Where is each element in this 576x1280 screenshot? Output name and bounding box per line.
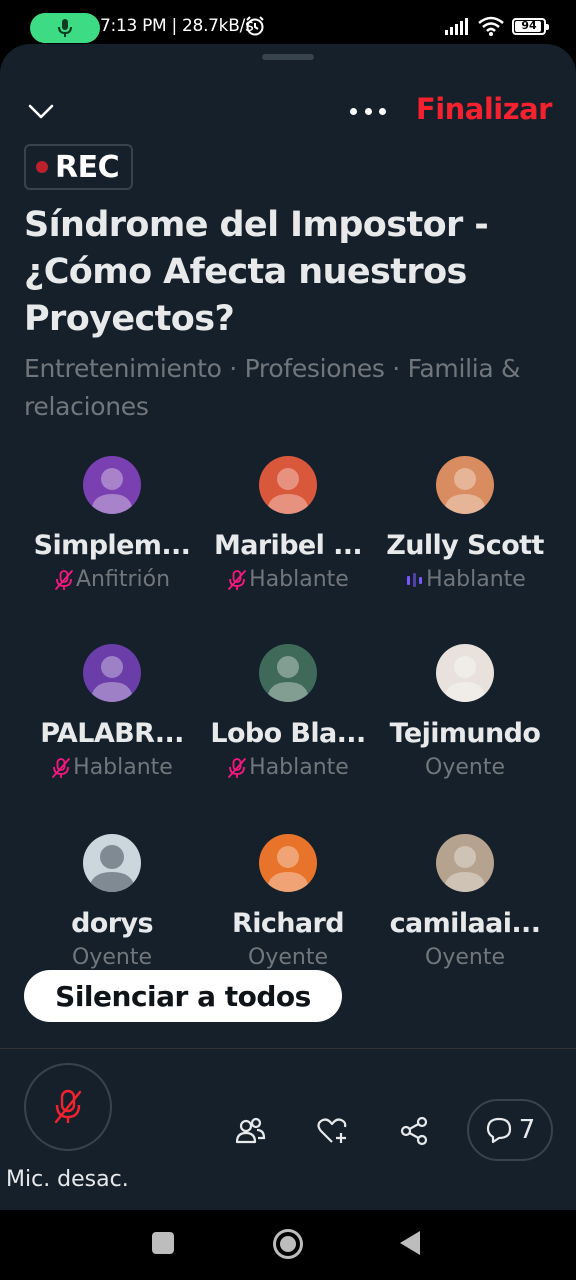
- microphone-off-icon: [54, 1089, 82, 1124]
- share-icon[interactable]: [398, 1115, 430, 1147]
- participant-role: Hablante: [377, 567, 553, 592]
- participant-role-label: Oyente: [425, 945, 505, 970]
- comments-count: 7: [518, 1115, 536, 1145]
- battery-percentage: 94: [521, 18, 537, 32]
- status-time-speed: 7:13 PM | 28.7kB/s: [100, 16, 254, 36]
- participant-card[interactable]: Maribel ... Hablante: [200, 456, 376, 592]
- participant-card[interactable]: dorys Oyente: [24, 834, 200, 970]
- participant-name: dorys: [71, 908, 153, 939]
- participant-name: Zully Scott: [386, 530, 544, 561]
- mic-in-use-indicator[interactable]: [30, 13, 100, 43]
- default-avatar-icon: [89, 845, 135, 892]
- avatar[interactable]: [259, 456, 317, 514]
- avatar[interactable]: [436, 834, 494, 892]
- participant-name: Simplem...: [33, 530, 191, 561]
- more-options-button[interactable]: [350, 108, 386, 116]
- battery-icon: 94: [512, 17, 549, 35]
- wifi-icon: [478, 16, 504, 36]
- system-navigation-bar: [0, 1210, 576, 1280]
- people-icon[interactable]: [234, 1115, 266, 1147]
- participant-role: Oyente: [377, 755, 553, 780]
- participant-name: Lobo Bla...: [210, 718, 366, 749]
- mute-all-button[interactable]: Silenciar a todos: [24, 970, 342, 1022]
- avatar-silhouette-icon: [91, 656, 133, 702]
- microphone-status-label: Mic. desac.: [6, 1167, 129, 1192]
- space-topics[interactable]: Entretenimiento · Profesiones · Familia …: [24, 350, 554, 426]
- chevron-down-icon: [28, 104, 54, 119]
- participant-role-label: Anfitrión: [75, 567, 171, 592]
- participant-card[interactable]: Lobo Bla... Hablante: [200, 644, 376, 780]
- avatar-silhouette-icon: [444, 656, 486, 702]
- participant-name: Tejimundo: [389, 718, 541, 749]
- participant-role-label: Hablante: [73, 755, 173, 780]
- recording-dot-icon: [36, 161, 48, 173]
- avatar-silhouette-icon: [91, 468, 133, 514]
- avatar[interactable]: [436, 456, 494, 514]
- participant-card[interactable]: Richard Oyente: [200, 834, 376, 970]
- alarm-icon: [246, 16, 264, 36]
- participant-role-label: Oyente: [425, 755, 505, 780]
- microphone-icon: [58, 19, 72, 37]
- mic-muted-icon: [52, 757, 71, 778]
- collapse-button[interactable]: [26, 96, 56, 126]
- status-icons: 94: [444, 16, 549, 36]
- drag-handle[interactable]: [262, 54, 314, 60]
- participant-card[interactable]: Zully Scott Hablante: [377, 456, 553, 592]
- space-controls: Mic. desac. 7: [0, 1048, 576, 1210]
- status-bar: 7:13 PM | 28.7kB/s 94: [0, 0, 576, 46]
- end-space-button[interactable]: Finalizar: [416, 92, 553, 126]
- mic-muted-icon: [228, 757, 247, 778]
- comment-icon: [486, 1117, 511, 1144]
- signal-icon: [445, 18, 468, 35]
- avatar-silhouette-icon: [444, 846, 486, 892]
- participant-role-label: Hablante: [249, 567, 349, 592]
- participant-role-label: Oyente: [72, 945, 152, 970]
- avatar-silhouette-icon: [444, 468, 486, 514]
- comments-button[interactable]: 7: [467, 1099, 553, 1161]
- participant-role: Oyente: [377, 945, 553, 970]
- participant-role: Anfitrión: [24, 567, 200, 592]
- participant-card[interactable]: Tejimundo Oyente: [377, 644, 553, 780]
- more-dot-icon: [350, 108, 357, 115]
- avatar-silhouette-icon: [267, 656, 309, 702]
- avatar[interactable]: [83, 834, 141, 892]
- avatar-silhouette-icon: [267, 468, 309, 514]
- participant-role: Oyente: [200, 945, 376, 970]
- speaking-wave-icon: [407, 572, 423, 587]
- participant-role: Hablante: [24, 755, 200, 780]
- participant-role-label: Oyente: [248, 945, 328, 970]
- space-header: Finalizar: [0, 88, 576, 132]
- participant-name: Maribel ...: [213, 530, 363, 561]
- space-sheet: Finalizar REC Síndrome del Impostor - ¿C…: [0, 44, 576, 1210]
- more-dot-icon: [364, 108, 372, 115]
- mic-muted-icon: [228, 569, 247, 590]
- back-button[interactable]: [400, 1231, 420, 1255]
- recording-badge: REC: [24, 144, 134, 190]
- participant-card[interactable]: camilaai... Oyente: [377, 834, 553, 970]
- heart-plus-icon[interactable]: [316, 1115, 348, 1147]
- participant-name: Richard: [232, 908, 345, 939]
- avatar[interactable]: [259, 834, 317, 892]
- participant-name: PALABR...: [40, 718, 184, 749]
- space-title: Síndrome del Impostor - ¿Cómo Afecta nue…: [24, 205, 489, 339]
- recording-label: REC: [55, 149, 120, 185]
- microphone-toggle-button[interactable]: [24, 1063, 112, 1151]
- recents-button[interactable]: [152, 1232, 174, 1254]
- participant-card[interactable]: Simplem... Anfitrión: [24, 456, 200, 592]
- more-dot-icon: [379, 108, 386, 115]
- avatar[interactable]: [259, 644, 317, 702]
- avatar[interactable]: [83, 644, 141, 702]
- avatar-silhouette-icon: [267, 846, 309, 892]
- participant-role: Hablante: [200, 755, 376, 780]
- participant-role: Oyente: [24, 945, 200, 970]
- participant-role-label: Hablante: [426, 567, 526, 592]
- participant-role-label: Hablante: [249, 755, 349, 780]
- participant-card[interactable]: PALABR... Hablante: [24, 644, 200, 780]
- avatar[interactable]: [83, 456, 141, 514]
- participant-role: Hablante: [200, 567, 376, 592]
- avatar[interactable]: [436, 644, 494, 702]
- mic-muted-icon: [55, 569, 73, 590]
- participant-name: camilaai...: [389, 908, 541, 939]
- home-button[interactable]: [273, 1229, 303, 1259]
